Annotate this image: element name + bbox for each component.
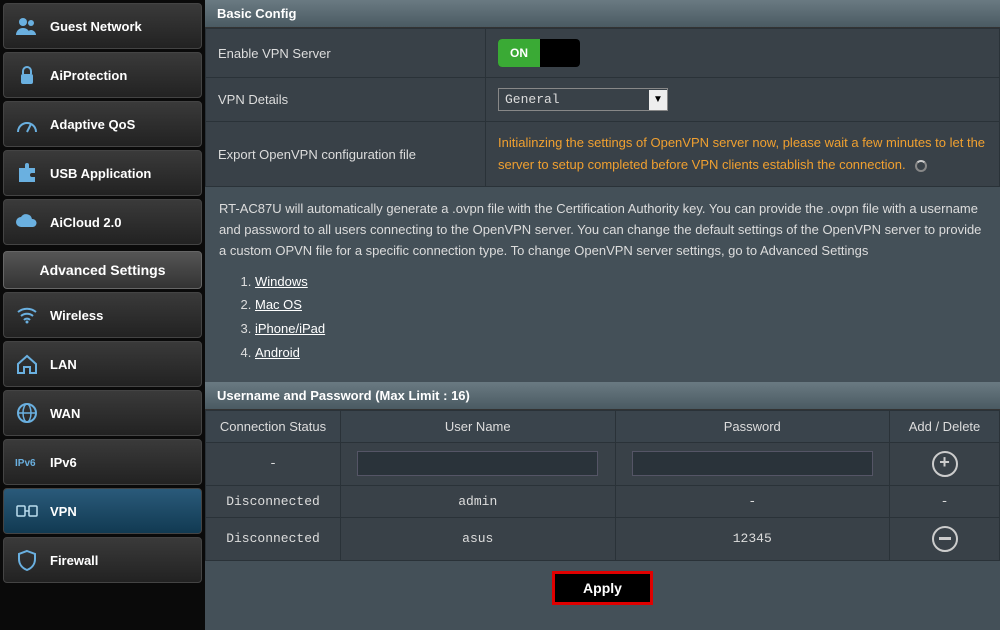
row-pass: - — [615, 485, 890, 517]
basic-config-header: Basic Config — [205, 0, 1000, 28]
description-text: RT-AC87U will automatically generate a .… — [219, 199, 986, 261]
sidebar-item-label: WAN — [50, 406, 80, 421]
sidebar-item-label: AiProtection — [50, 68, 127, 83]
loading-spinner-icon — [915, 160, 927, 172]
ipv6-icon: IPv6 — [14, 451, 40, 473]
sidebar-item-label: VPN — [50, 504, 77, 519]
wifi-icon — [14, 304, 40, 326]
shield-icon — [14, 549, 40, 571]
sidebar-item-guest-network[interactable]: Guest Network — [3, 3, 202, 49]
gauge-icon — [14, 113, 40, 135]
people-icon — [14, 15, 40, 37]
main-content: Basic Config Enable VPN Server ON VPN De… — [205, 0, 1000, 630]
vpn-details-select[interactable]: General ▼ — [498, 88, 668, 111]
row-status: Disconnected — [206, 485, 341, 517]
sidebar-item-label: USB Application — [50, 166, 151, 181]
sidebar-item-label: AiCloud 2.0 — [50, 215, 122, 230]
sidebar-item-wireless[interactable]: Wireless — [3, 292, 202, 338]
sidebar: Guest Network AiProtection Adaptive QoS … — [0, 0, 205, 630]
input-row-status: - — [206, 442, 341, 485]
vpn-details-dropdown[interactable]: General — [499, 89, 649, 110]
sidebar-item-label: LAN — [50, 357, 77, 372]
add-user-button[interactable]: + — [932, 451, 958, 477]
user-table: Connection Status User Name Password Add… — [205, 410, 1000, 561]
sidebar-item-vpn[interactable]: VPN — [3, 488, 202, 534]
sidebar-section-advanced: Advanced Settings — [3, 251, 202, 289]
link-macos[interactable]: Mac OS — [255, 297, 302, 312]
table-row: Disconnected asus 12345 — [206, 517, 1000, 560]
home-icon — [14, 353, 40, 375]
link-android[interactable]: Android — [255, 345, 300, 360]
sidebar-item-label: Firewall — [50, 553, 98, 568]
row-status: Disconnected — [206, 517, 341, 560]
sidebar-item-ipv6[interactable]: IPv6 IPv6 — [3, 439, 202, 485]
svg-text:IPv6: IPv6 — [15, 458, 36, 469]
sidebar-item-usb-application[interactable]: USB Application — [3, 150, 202, 196]
sidebar-item-aicloud[interactable]: AiCloud 2.0 — [3, 199, 202, 245]
apply-wrap: Apply — [205, 561, 1000, 615]
minus-icon — [939, 537, 951, 540]
col-username: User Name — [341, 410, 616, 442]
sidebar-item-lan[interactable]: LAN — [3, 341, 202, 387]
apply-button[interactable]: Apply — [552, 571, 653, 605]
table-input-row: - + — [206, 442, 1000, 485]
sidebar-item-adaptive-qos[interactable]: Adaptive QoS — [3, 101, 202, 147]
chevron-down-icon: ▼ — [649, 90, 667, 110]
row-user: asus — [341, 517, 616, 560]
toggle-on-label: ON — [498, 39, 540, 67]
os-link-list: Windows Mac OS iPhone/iPad Android — [255, 272, 986, 364]
col-status: Connection Status — [206, 410, 341, 442]
basic-config-table: Enable VPN Server ON VPN Details General… — [205, 28, 1000, 187]
link-windows[interactable]: Windows — [255, 274, 308, 289]
link-iphone-ipad[interactable]: iPhone/iPad — [255, 321, 325, 336]
cloud-icon — [14, 211, 40, 233]
row-action: - — [890, 485, 1000, 517]
row-user: admin — [341, 485, 616, 517]
sidebar-item-wan[interactable]: WAN — [3, 390, 202, 436]
row-pass: 12345 — [615, 517, 890, 560]
sidebar-item-label: Wireless — [50, 308, 103, 323]
vpn-details-label: VPN Details — [206, 78, 486, 122]
username-input[interactable] — [357, 451, 598, 476]
sidebar-item-label: Guest Network — [50, 19, 142, 34]
globe-icon — [14, 402, 40, 424]
export-config-label: Export OpenVPN configuration file — [206, 122, 486, 187]
description-block: RT-AC87U will automatically generate a .… — [205, 187, 1000, 382]
puzzle-icon — [14, 162, 40, 184]
init-message: Initialinzing the settings of OpenVPN se… — [498, 135, 985, 172]
plus-icon: + — [939, 454, 950, 474]
sidebar-item-label: IPv6 — [50, 455, 77, 470]
sidebar-item-label: Adaptive QoS — [50, 117, 135, 132]
sidebar-item-firewall[interactable]: Firewall — [3, 537, 202, 583]
table-row: Disconnected admin - - — [206, 485, 1000, 517]
password-input[interactable] — [632, 451, 873, 476]
col-action: Add / Delete — [890, 410, 1000, 442]
sidebar-item-aiprotection[interactable]: AiProtection — [3, 52, 202, 98]
enable-vpn-label: Enable VPN Server — [206, 29, 486, 78]
enable-vpn-toggle[interactable]: ON — [498, 39, 580, 67]
user-section-header: Username and Password (Max Limit : 16) — [205, 382, 1000, 410]
lock-icon — [14, 64, 40, 86]
remove-user-button[interactable] — [932, 526, 958, 552]
vpn-icon — [14, 500, 40, 522]
col-password: Password — [615, 410, 890, 442]
